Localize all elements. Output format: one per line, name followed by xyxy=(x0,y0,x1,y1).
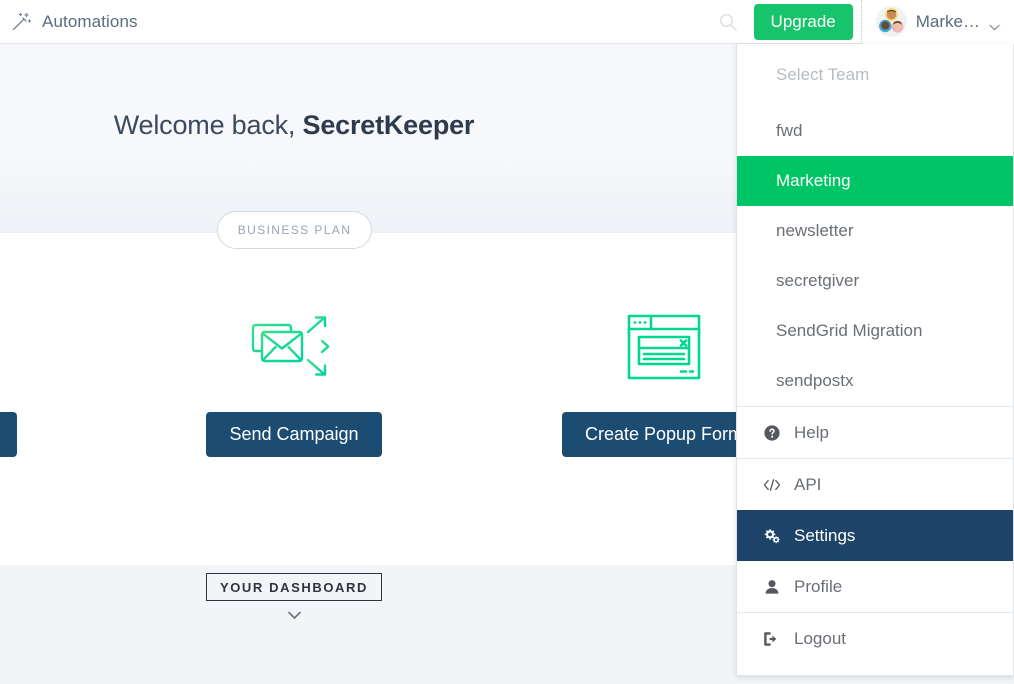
header-left: Automations xyxy=(0,11,708,33)
search-button[interactable] xyxy=(708,0,748,44)
your-dashboard-button[interactable]: YOUR DASHBOARD xyxy=(205,573,383,601)
chevron-down-icon xyxy=(989,18,1000,31)
magic-wand-icon xyxy=(10,11,32,33)
send-campaign-button[interactable]: Send Campaign xyxy=(206,412,382,457)
team-label: secretgiver xyxy=(776,271,860,290)
envelopes-send-icon xyxy=(154,299,434,395)
dropdown-team-secretgiver[interactable]: secretgiver xyxy=(737,256,1013,306)
team-avatar xyxy=(875,6,907,37)
dropdown-section-label: Select Team xyxy=(776,65,870,84)
upgrade-button[interactable]: Upgrade xyxy=(753,3,853,40)
dropdown-team-marketing[interactable]: Marketing xyxy=(737,156,1013,206)
gears-icon xyxy=(762,526,782,546)
dropdown-team-fwd[interactable]: fwd xyxy=(737,106,1013,156)
dashboard-cta: YOUR DASHBOARD xyxy=(0,573,588,619)
team-label: sendpostx xyxy=(776,371,854,390)
header-right: Upgrade Marke… xyxy=(708,0,1014,44)
action-tile-send-campaign: Send Campaign xyxy=(154,299,434,457)
dropdown-item-label: Help xyxy=(794,423,829,442)
team-switcher-label: Marke… xyxy=(915,11,980,31)
dropdown-item-label: API xyxy=(794,475,822,494)
action-tile-clipped xyxy=(0,299,134,462)
dropdown-item-label: Logout xyxy=(794,629,846,648)
dropdown-item-profile[interactable]: Profile xyxy=(737,561,1013,612)
app-root: Automations Upgrade Marke… Welcome back,… xyxy=(0,0,1014,684)
dropdown-team-sendpostx[interactable]: sendpostx xyxy=(737,356,1013,406)
team-label: SendGrid Migration xyxy=(776,321,923,340)
welcome-prefix: Welcome back, xyxy=(113,110,303,140)
dropdown-item-help[interactable]: Help xyxy=(737,407,1013,458)
help-circle-icon xyxy=(762,423,782,443)
top-header: Automations Upgrade Marke… xyxy=(0,0,1014,44)
welcome-username: SecretKeeper xyxy=(302,110,475,140)
team-label: fwd xyxy=(776,121,803,140)
welcome-heading: Welcome back, SecretKeeper xyxy=(0,110,588,141)
dropdown-item-label: Profile xyxy=(794,577,843,596)
logout-arrow-icon xyxy=(762,629,782,649)
dropdown-team-newsletter[interactable]: newsletter xyxy=(737,206,1013,256)
clipped-action-button[interactable] xyxy=(0,412,17,457)
chevron-down-icon[interactable] xyxy=(287,607,302,619)
dropdown-item-label: Settings xyxy=(794,526,856,545)
page-title: Automations xyxy=(42,11,138,31)
dropdown-item-api[interactable]: API xyxy=(737,459,1013,510)
team-dropdown-menu: Select Team fwd Marketing newsletter sec… xyxy=(736,44,1014,676)
dropdown-team-sendgrid-migration[interactable]: SendGrid Migration xyxy=(737,306,1013,356)
user-icon xyxy=(762,577,782,597)
dropdown-item-settings[interactable]: Settings xyxy=(737,510,1013,561)
dropdown-item-logout[interactable]: Logout xyxy=(737,613,1013,664)
hidden-icon xyxy=(0,299,134,395)
search-icon xyxy=(718,12,738,32)
team-label: newsletter xyxy=(776,221,854,240)
code-brackets-icon xyxy=(762,475,782,495)
plan-badge[interactable]: BUSINESS PLAN xyxy=(217,211,372,249)
team-label: Marketing xyxy=(776,171,851,190)
team-switcher-button[interactable]: Marke… xyxy=(860,0,1014,44)
